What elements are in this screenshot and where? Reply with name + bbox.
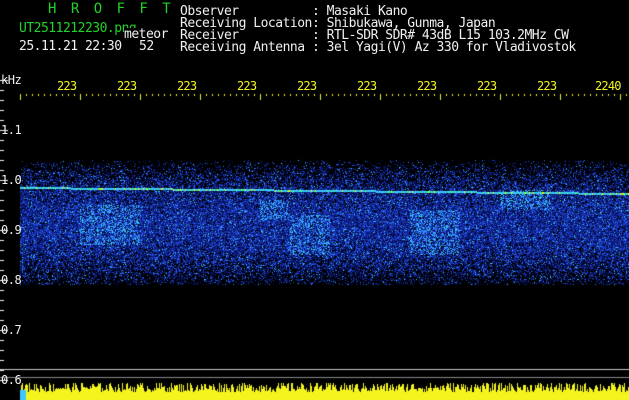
info-value-antenna: : 3el Yagi(V) Az 330 for Vladivostok [312, 40, 576, 55]
x-tick: 223 [237, 79, 257, 93]
y-axis-unit: kHz [1, 73, 22, 87]
y-tick: 1.1 [1, 123, 22, 137]
y-tick: 0.7 [1, 323, 22, 337]
x-tick: 223 [297, 79, 317, 93]
y-tick: 1.0 [1, 173, 22, 187]
x-tick: 223 [57, 79, 77, 93]
filename-label: UT2511212230.png [19, 21, 137, 36]
x-tick: 223 [357, 79, 377, 93]
count-label: 52 [139, 39, 154, 54]
y-tick: 0.8 [1, 273, 22, 287]
datetime-label: 25.11.21 22:30 [19, 39, 122, 54]
x-tick: 223 [477, 79, 497, 93]
x-tick: 223 [417, 79, 437, 93]
y-tick: 0.6 [1, 373, 22, 387]
x-tick: 223 [117, 79, 137, 93]
x-tick: 2240 [595, 79, 621, 93]
x-tick: 223 [537, 79, 557, 93]
x-tick: 223 [177, 79, 197, 93]
y-tick: 0.9 [1, 223, 22, 237]
app-title: H R O F F T [48, 1, 174, 17]
info-label-antenna: Receiving Antenna [180, 40, 305, 55]
spectrogram-display [0, 0, 629, 400]
